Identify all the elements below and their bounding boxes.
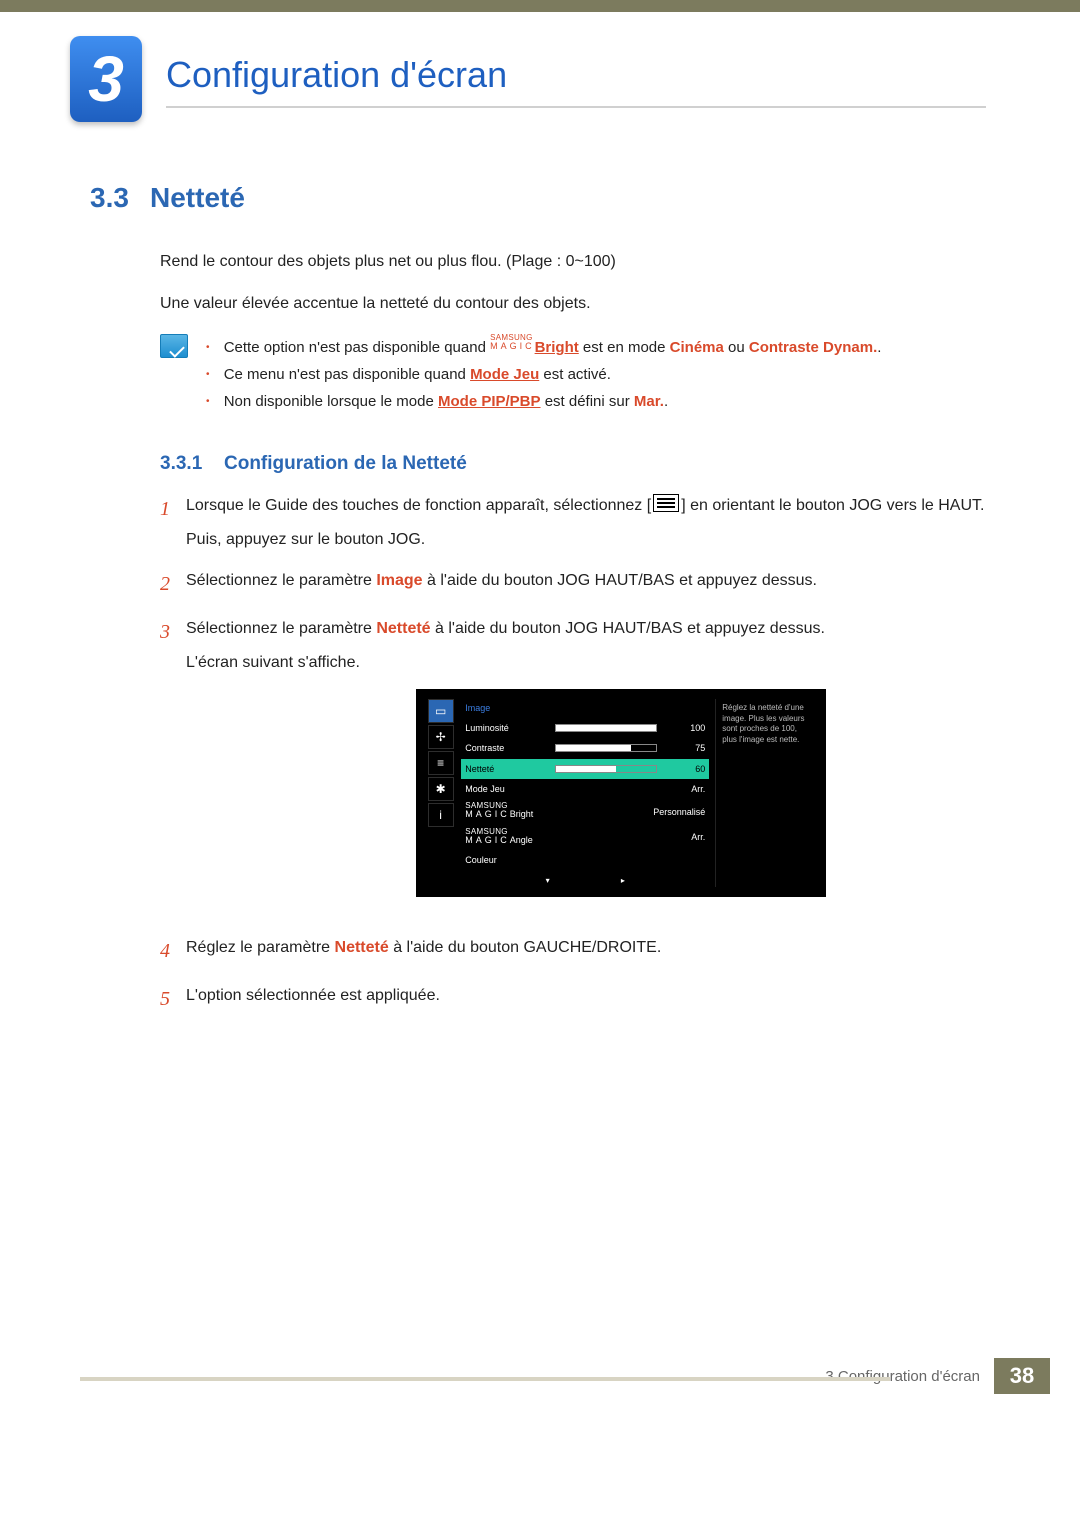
osd-down-arrow-icon: ▾ ▸ [461,871,709,888]
steps-list: 1 Lorsque le Guide des touches de foncti… [160,493,990,1015]
osd-value: Personnalisé [555,805,705,819]
subsection-title: Configuration de la Netteté [224,453,467,475]
step-item: 1 Lorsque le Guide des touches de foncti… [160,493,990,552]
osd-row: Mode JeuArr. [461,779,709,799]
note-icon [160,334,188,358]
subsection-number: 3.3.1 [160,453,224,475]
step-number: 4 [160,935,186,967]
osd-slider [555,765,657,773]
note-item: Ce menu n'est pas disponible quand Mode … [206,361,881,388]
osd-help-text: Réglez la netteté d'une image. Plus les … [715,699,816,887]
section-title: Netteté [150,182,245,214]
osd-row: Netteté 60 [461,759,709,779]
osd-main: Image Luminosité 100 Contraste 75 Netteté 60 M… [455,699,715,887]
osd-nav-icon: i [428,803,454,827]
section-number: 3.3 [90,182,150,214]
chapter-header: 3 Configuration d'écran [70,36,1080,122]
osd-nav: ▭ ✢ ≡ ✱ i [426,699,455,887]
osd-row-label: SAMSUNGMAGICAngle [465,828,555,847]
osd-nav-icon: ▭ [428,699,454,723]
step-item: 5 L'option sélectionnée est appliquée. [160,983,990,1015]
intro-paragraph-2: Une valeur élevée accentue la netteté du… [160,292,990,316]
osd-value: 60 [665,762,705,776]
note-list: Cette option n'est pas disponible quand … [206,334,881,415]
osd-slider [555,744,657,752]
osd-row: SAMSUNGMAGICBrightPersonnalisé [461,799,709,824]
note-callout: Cette option n'est pas disponible quand … [160,334,990,415]
osd-nav-icon: ≡ [428,751,454,775]
section-heading: 3.3 Netteté [90,182,990,214]
step-number: 1 [160,493,186,552]
osd-nav-icon: ✢ [428,725,454,749]
osd-value: Arr. [555,830,705,844]
osd-row: Luminosité 100 [461,718,709,738]
footer-rule [80,1377,890,1381]
page-number-badge: 38 [994,1358,1050,1394]
subsection-heading: 3.3.1 Configuration de la Netteté [160,453,990,475]
osd-row-label: Contraste [465,741,555,755]
step-number: 3 [160,616,186,919]
menu-icon [653,494,679,512]
osd-row-label: Netteté [465,762,555,776]
page-footer: 3 Configuration d'écran 38 [0,1355,1080,1397]
chapter-title: Configuration d'écran [166,54,986,108]
osd-row-label: Mode Jeu [465,782,555,796]
step-number: 2 [160,568,186,600]
osd-row-label: SAMSUNGMAGICBright [465,802,555,821]
osd-row-label: Luminosité [465,721,555,735]
note-item: Non disponible lorsque le mode Mode PIP/… [206,388,881,415]
osd-screenshot: ▭ ✢ ≡ ✱ i Image Luminosité 100 Contraste 75… [416,689,826,897]
osd-value: 100 [665,721,705,735]
osd-row-label: Couleur [465,853,555,867]
osd-value: 75 [665,741,705,755]
osd-panel-title: Image [461,699,709,717]
osd-nav-icon: ✱ [428,777,454,801]
intro-paragraph-1: Rend le contour des objets plus net ou p… [160,250,990,274]
step-item: 4 Réglez le paramètre Netteté à l'aide d… [160,935,990,967]
note-item: Cette option n'est pas disponible quand … [206,334,881,361]
step-number: 5 [160,983,186,1015]
osd-row: SAMSUNGMAGICAngleArr. [461,825,709,850]
top-accent-bar [0,0,1080,12]
osd-row: Contraste 75 [461,738,709,758]
chapter-number-badge: 3 [70,36,142,122]
osd-row: Couleur [461,850,709,870]
footer-chapter-label: 3 Configuration d'écran [825,1368,980,1385]
step-item: 3 Sélectionnez le paramètre Netteté à l'… [160,616,990,919]
step-item: 2 Sélectionnez le paramètre Image à l'ai… [160,568,990,600]
osd-value: Arr. [555,782,705,796]
osd-slider [555,724,657,732]
